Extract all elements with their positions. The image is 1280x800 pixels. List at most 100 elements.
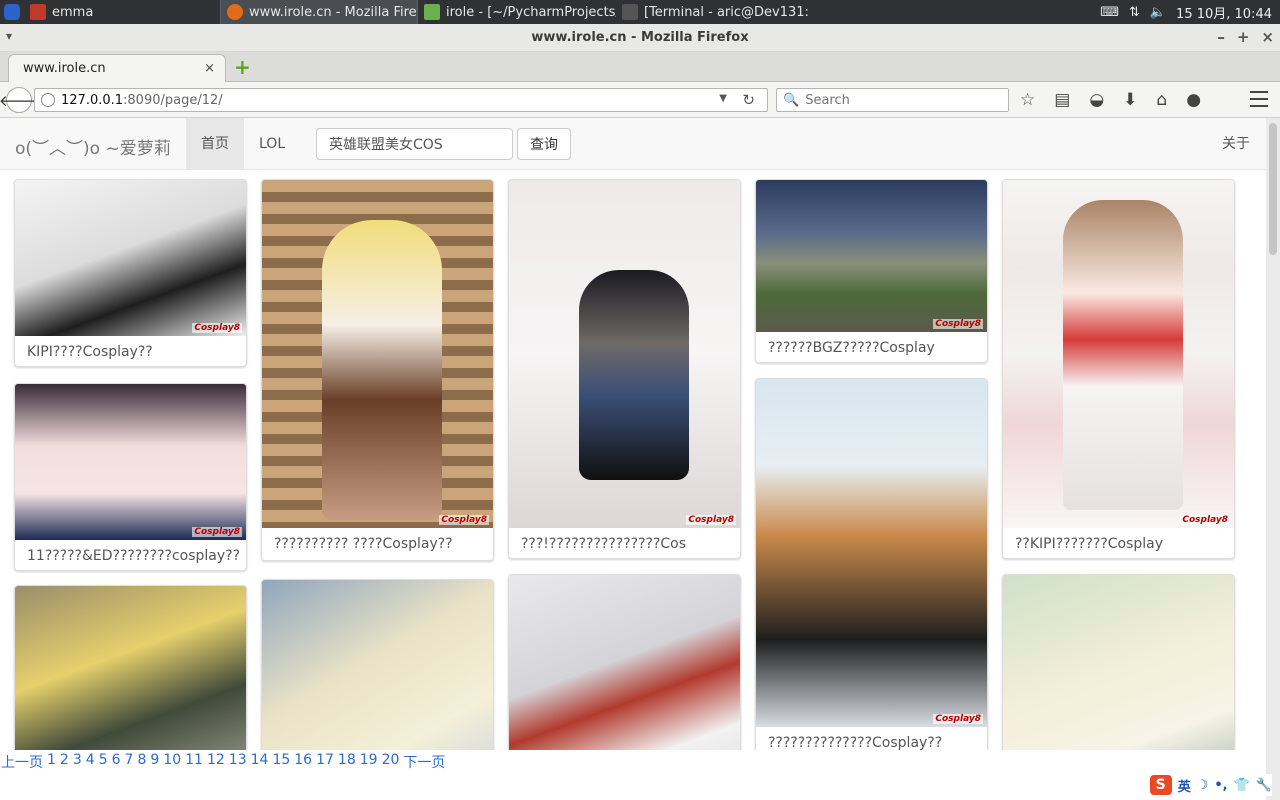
photo-card[interactable]: Cosplay8 ??KIPI???????Cosplay — [1002, 179, 1235, 559]
photo-thumbnail[interactable]: Cosplay8 — [509, 180, 740, 528]
photo-thumbnail[interactable]: Cosplay8 — [1003, 180, 1234, 528]
page-link[interactable]: 2 — [60, 752, 69, 772]
page-link[interactable]: 15 — [272, 752, 290, 772]
page-link[interactable]: 5 — [99, 752, 108, 772]
chat-icon[interactable]: ● — [1186, 90, 1201, 110]
page-link[interactable]: 18 — [338, 752, 356, 772]
bookmark-star-icon[interactable]: ☆ — [1020, 90, 1035, 110]
nav-home[interactable]: 首页 — [186, 118, 244, 170]
photo-card[interactable]: Cosplay8 ??????????????Cosplay?? — [755, 378, 988, 760]
page-link[interactable]: 17 — [316, 752, 334, 772]
photo-thumbnail[interactable]: Cosplay8 — [15, 180, 246, 336]
photo-caption[interactable]: ??????????????Cosplay?? — [768, 735, 981, 751]
search-bar[interactable]: 🔍 — [776, 88, 1009, 112]
page-link[interactable]: 14 — [251, 752, 269, 772]
page-link[interactable]: 1 — [47, 752, 56, 772]
photo-caption[interactable]: ??????BGZ?????Cosplay — [768, 340, 981, 356]
home-icon[interactable]: ⌂ — [1156, 90, 1167, 110]
ime-toolbar: S 英 ☽ •, 👕 🔧 — [1149, 774, 1272, 796]
scrollbar-thumb[interactable] — [1269, 123, 1277, 255]
moon-icon[interactable]: ☽ — [1197, 778, 1209, 793]
page-link[interactable]: 4 — [86, 752, 95, 772]
pycharm-icon — [424, 4, 440, 20]
page-link[interactable]: 3 — [73, 752, 82, 772]
terminal-icon — [622, 4, 638, 20]
clock[interactable]: 15 10月, 10:44 — [1176, 3, 1272, 22]
reload-icon[interactable]: ↻ — [742, 91, 755, 109]
task-terminal[interactable]: [Terminal - aric@Dev131: ~... — [616, 0, 812, 24]
next-page-link[interactable]: 下一页 — [403, 752, 445, 772]
pocket-icon[interactable]: ◒ — [1089, 90, 1104, 110]
task-pycharm[interactable]: irole - [~/PycharmProjects/... — [418, 0, 616, 24]
shirt-icon[interactable]: 👕 — [1234, 778, 1250, 793]
keyboard-icon[interactable]: ⌨ — [1100, 5, 1119, 20]
page-link[interactable]: 19 — [360, 752, 378, 772]
taskbar: emma www.irole.cn - Mozilla Firef... iro… — [0, 0, 1280, 24]
site-search-button[interactable]: 查询 — [517, 128, 571, 160]
photo-caption[interactable]: ?????????? ????Cosplay?? — [274, 536, 487, 552]
back-button[interactable]: 🡐 — [0, 87, 39, 113]
firefox-icon — [227, 4, 243, 20]
page-link[interactable]: 20 — [382, 752, 400, 772]
photo-card[interactable]: Cosplay8 KIPI????Cosplay?? — [14, 179, 247, 367]
nav-about[interactable]: 关于 — [1222, 118, 1250, 170]
tab-close-icon[interactable]: × — [204, 61, 215, 76]
photo-card[interactable]: Cosplay8 ??????BGZ?????Cosplay — [755, 179, 988, 363]
window-title: www.irole.cn - Mozilla Firefox — [531, 30, 749, 45]
photo-caption[interactable]: ???!???????????????Cos — [521, 536, 734, 552]
photo-card[interactable]: Cosplay8 ???!???????????????Cos — [508, 179, 741, 559]
app-menu-icon[interactable] — [0, 0, 24, 24]
image-viewer-icon — [30, 4, 46, 20]
photo-caption[interactable]: KIPI????Cosplay?? — [27, 344, 240, 360]
page-content: o(︶︿︶)o ~爱萝莉 首页 LOL 查询 关于 Cosplay8 KIPI?… — [0, 118, 1266, 800]
site-search-input[interactable] — [316, 128, 513, 160]
ime-language-toggle[interactable]: 英 — [1178, 776, 1191, 795]
tab-irole[interactable]: www.irole.cn × — [8, 54, 226, 82]
menu-icon[interactable] — [1250, 91, 1268, 107]
site-navbar: o(︶︿︶)o ~爱萝莉 首页 LOL 查询 关于 — [0, 118, 1266, 170]
punctuation-icon[interactable]: •, — [1214, 778, 1227, 793]
page-link[interactable]: 7 — [125, 752, 134, 772]
page-link[interactable]: 13 — [229, 752, 247, 772]
photo-thumbnail[interactable]: Cosplay8 — [756, 180, 987, 332]
site-brand[interactable]: o(︶︿︶)o ~爱萝莉 — [15, 134, 171, 159]
sogou-logo-icon[interactable]: S — [1149, 775, 1172, 795]
task-emma[interactable]: emma — [24, 0, 220, 24]
reading-list-icon[interactable]: ▤ — [1054, 90, 1070, 110]
page-link-current[interactable]: 12 — [207, 752, 225, 772]
search-input[interactable] — [805, 92, 996, 108]
volume-icon[interactable]: 🔈 — [1150, 5, 1166, 20]
photo-caption[interactable]: ??KIPI???????Cosplay — [1015, 536, 1228, 552]
photo-thumbnail[interactable]: Cosplay8 — [15, 384, 246, 540]
search-icon: 🔍 — [783, 92, 800, 108]
task-firefox[interactable]: www.irole.cn - Mozilla Firef... — [220, 0, 418, 24]
site-search-form: 查询 — [316, 128, 571, 160]
tab-strip: www.irole.cn × + — [0, 52, 1280, 82]
download-icon[interactable]: ⬇ — [1123, 90, 1137, 110]
photo-card[interactable]: Cosplay8 ?????????? ????Cosplay?? — [261, 179, 494, 561]
url-host: 127.0.0.1 — [61, 92, 124, 108]
page-link[interactable]: 8 — [137, 752, 146, 772]
minimize-icon[interactable]: – — [1217, 28, 1225, 46]
prev-page-link[interactable]: 上一页 — [1, 752, 43, 772]
page-scrollbar[interactable] — [1266, 118, 1280, 800]
new-tab-icon[interactable]: + — [234, 57, 251, 77]
maximize-icon[interactable]: + — [1237, 28, 1250, 46]
page-link[interactable]: 9 — [150, 752, 159, 772]
photo-thumbnail[interactable]: Cosplay8 — [756, 379, 987, 727]
page-link[interactable]: 11 — [185, 752, 203, 772]
photo-card[interactable]: Cosplay8 11?????&ED????????cosplay?? — [14, 383, 247, 571]
photo-thumbnail[interactable]: Cosplay8 — [262, 180, 493, 528]
navigation-toolbar: 🡐 127.0.0.1:8090/page/12/ ▼ ↻ 🔍 ☆ ▤ ◒ ⬇ … — [0, 82, 1280, 118]
network-icon[interactable]: ⇅ — [1129, 5, 1140, 20]
wrench-icon[interactable]: 🔧 — [1256, 778, 1272, 793]
close-icon[interactable]: × — [1261, 28, 1274, 46]
url-dropdown-icon[interactable]: ▼ — [719, 93, 727, 104]
page-link[interactable]: 10 — [163, 752, 181, 772]
page-link[interactable]: 6 — [112, 752, 121, 772]
url-bar[interactable]: 127.0.0.1:8090/page/12/ ▼ ↻ — [34, 88, 768, 112]
photo-caption[interactable]: 11?????&ED????????cosplay?? — [27, 548, 240, 564]
nav-lol[interactable]: LOL — [244, 118, 300, 170]
page-link[interactable]: 16 — [294, 752, 312, 772]
window-menu-icon[interactable]: ▾ — [6, 29, 12, 43]
